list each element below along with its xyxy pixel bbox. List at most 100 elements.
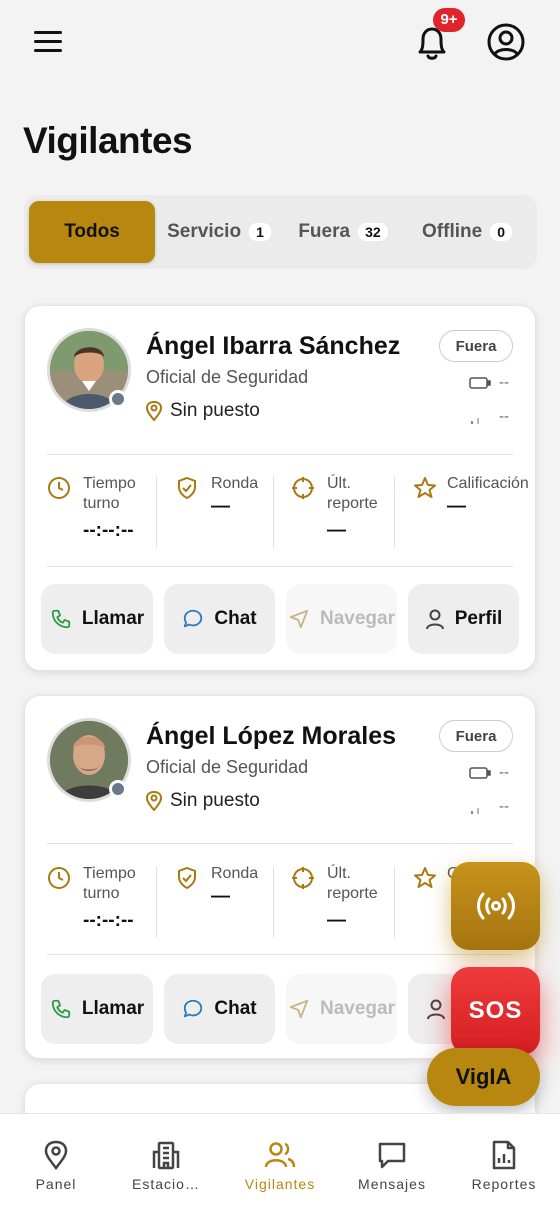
chat-bubble-icon [184,999,203,1018]
nav-item-guards[interactable]: Vigilantes [235,1140,325,1200]
button-label: Perfil [454,608,503,629]
stat-label: Calificación [447,475,529,492]
call-button[interactable]: Llamar [41,584,153,654]
map-pin-icon [44,1140,68,1170]
presence-indicator [109,780,127,798]
button-label: Navegar [320,998,395,1019]
stat-value: — [211,886,230,907]
signal-value: -- [499,798,509,815]
button-label: Llamar [81,608,145,629]
guard-location: Sin puesto [146,790,260,812]
button-label: Llamar [81,998,145,1019]
navigation-arrow-icon [289,609,309,629]
navigate-button[interactable]: Navegar [286,974,397,1044]
tab-count: 32 [358,223,388,241]
building-icon [152,1141,180,1170]
tab-label: Servicio [167,221,242,242]
stat-rating: Calificación — [413,474,537,564]
divider [156,866,157,938]
nav-item-reports[interactable]: Reportes [459,1140,549,1200]
tab-offline[interactable]: Offline 0 [414,201,520,263]
nav-label: Vigilantes [244,1176,316,1192]
signal-icon [471,807,479,814]
nav-item-messages[interactable]: Mensajes [347,1140,437,1200]
tab-label: Todos [64,221,120,242]
tab-label: Fuera [298,221,351,242]
divider [47,566,513,567]
star-icon [414,867,436,888]
divider [273,476,274,548]
nav-label: Panel [35,1176,77,1192]
signal-status: -- [469,798,509,815]
tab-count: 1 [249,223,271,241]
stat-value: — [211,496,230,517]
guard-role: Oficial de Seguridad [146,367,309,387]
users-icon [264,1142,296,1168]
page-title: Vigilantes [23,120,193,161]
stat-round: Ronda — [175,474,293,564]
stat-label: turno [83,885,120,902]
stat-label: Tiempo [83,475,136,492]
tab-label: Offline [422,221,483,242]
divider [394,866,395,938]
chat-button[interactable]: Chat [164,974,275,1044]
shield-check-icon [178,476,196,500]
guard-name: Ángel López Morales [146,722,397,750]
tab-fuera[interactable]: Fuera 32 [288,201,398,263]
stat-label: Últ. [327,475,351,492]
tab-servicio[interactable]: Servicio 1 [160,201,278,263]
battery-icon [469,766,491,779]
filter-tabs: Todos Servicio 1 Fuera 32 Offline 0 [24,195,537,269]
button-label: Navegar [320,608,395,629]
nav-item-stations[interactable]: Estacio… [121,1140,211,1200]
presence-indicator [109,390,127,408]
divider [156,476,157,548]
stat-shift-time: Tiempo turno --:--:-- [47,474,165,564]
status-badge: Fuera [439,330,513,362]
button-label: Chat [214,608,257,629]
battery-status: -- [469,374,509,391]
stat-value: --:--:-- [83,520,134,541]
chat-bubble-icon [184,609,203,628]
sos-button[interactable]: SOS [451,967,540,1055]
stat-last-report: Últ. reporte — [291,864,409,954]
profile-button[interactable]: Perfil [408,584,519,654]
stat-last-report: Últ. reporte — [291,474,409,564]
vigia-assistant-button[interactable]: VigIA [427,1048,540,1106]
clock-icon [48,867,70,889]
divider [47,454,513,455]
stat-label: Ronda [211,865,259,882]
stat-value: — [327,520,346,541]
phone-icon [51,609,71,629]
nav-label: Estacio… [132,1176,200,1192]
stat-label: reporte [327,495,378,512]
navigate-button[interactable]: Navegar [286,584,397,654]
stat-round: Ronda — [175,864,293,954]
nav-label: Reportes [471,1176,537,1192]
divider [47,843,513,844]
menu-icon[interactable] [32,28,66,56]
tab-todos[interactable]: Todos [29,201,155,263]
guard-location: Sin puesto [146,400,260,422]
report-icon [492,1140,516,1170]
stat-value: — [447,496,466,517]
account-icon[interactable] [486,22,526,62]
tab-count: 0 [490,223,512,241]
nav-item-panel[interactable]: Panel [11,1140,101,1200]
divider [47,954,513,955]
crosshair-icon [292,867,314,889]
phone-icon [51,999,71,1019]
call-button[interactable]: Llamar [41,974,153,1044]
stat-label: turno [83,495,120,512]
guard-name: Ángel Ibarra Sánchez [146,332,401,360]
chat-button[interactable]: Chat [164,584,275,654]
bottom-navigation: Panel Estacio… Vigilantes Mensajes Repor… [0,1113,560,1211]
location-pin-icon [146,791,162,811]
star-icon [414,477,436,498]
top-bar: 9+ [0,0,560,90]
nav-label: Mensajes [358,1176,426,1192]
divider [394,476,395,548]
broadcast-button[interactable] [451,862,540,950]
navigation-arrow-icon [289,999,309,1019]
stat-label: reporte [327,885,378,902]
